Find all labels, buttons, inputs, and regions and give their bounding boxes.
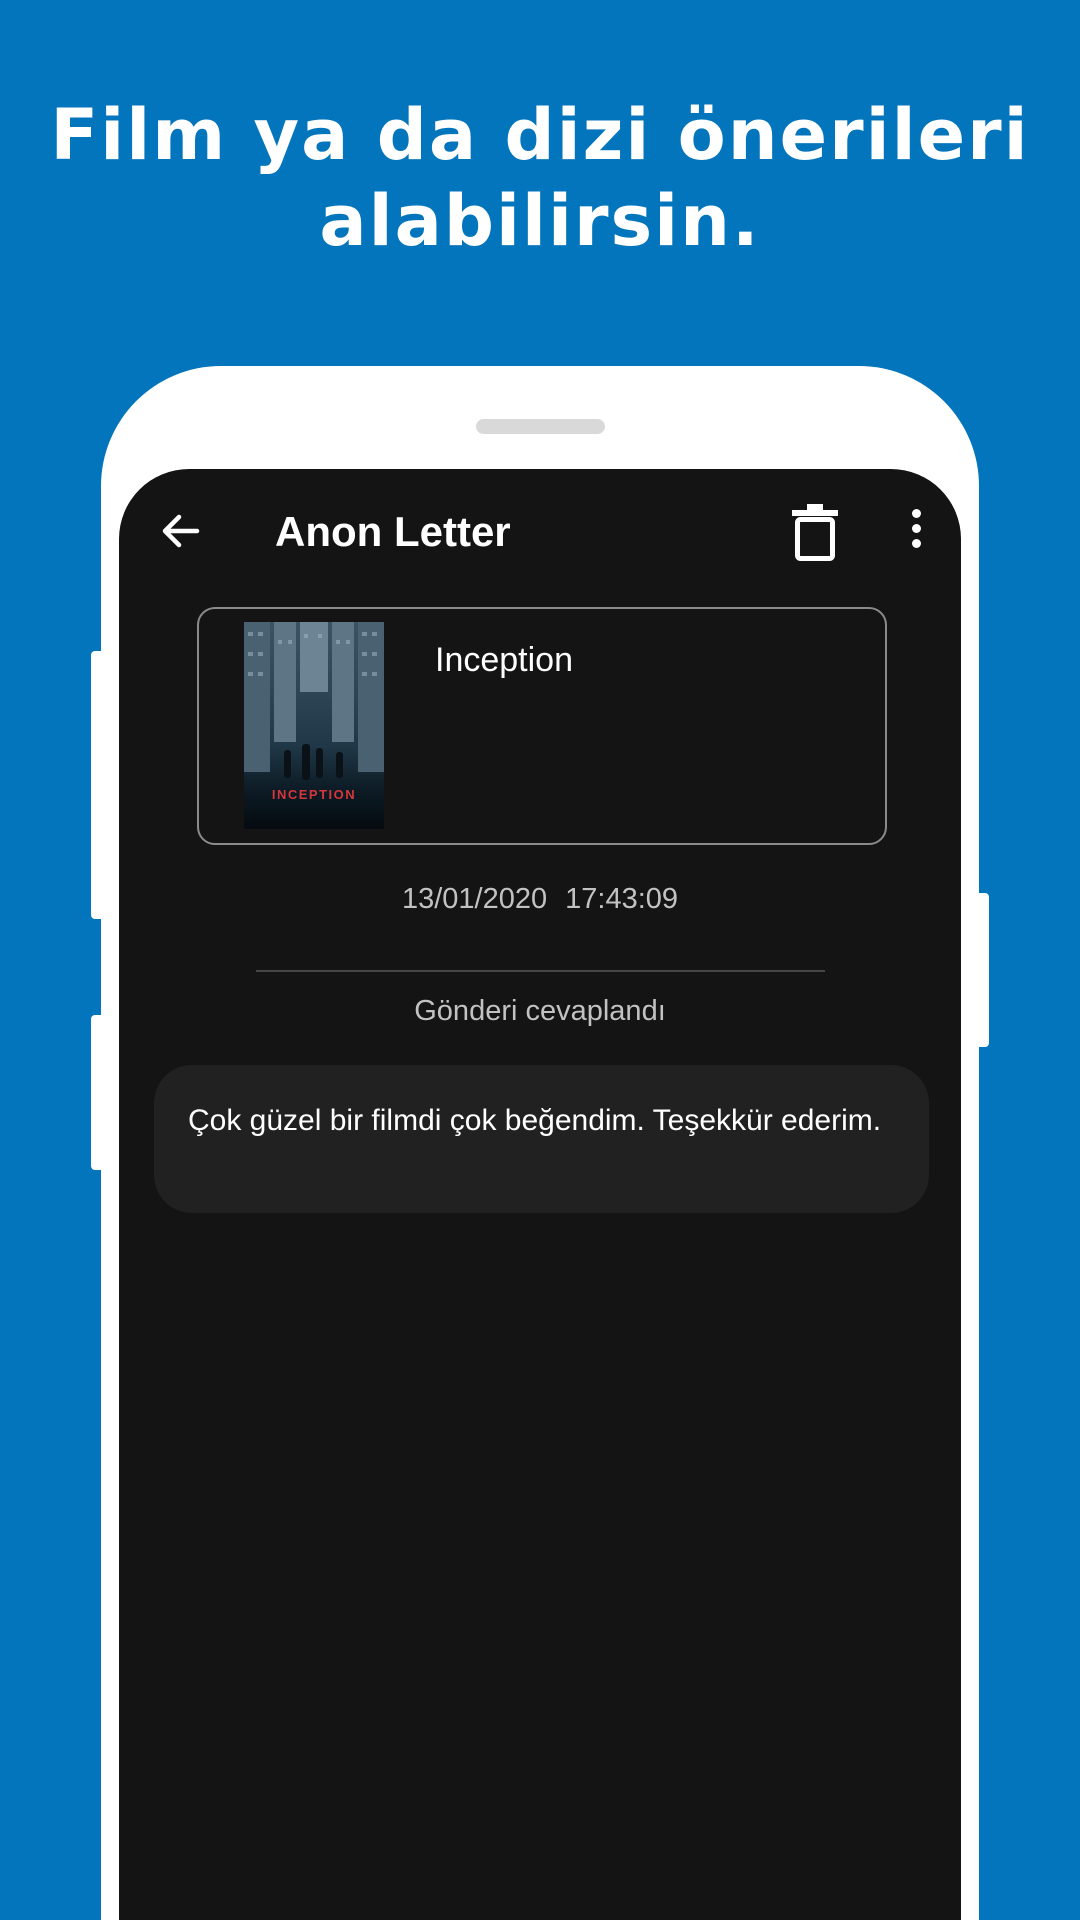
more-options-button[interactable] <box>905 509 927 555</box>
reply-status: Gönderi cevaplandı <box>414 995 666 1027</box>
trash-icon <box>792 504 838 561</box>
app-title: Anon Letter <box>275 508 511 555</box>
divider <box>256 970 825 972</box>
phone-volume-down-button <box>91 1015 105 1170</box>
arrow-left-icon <box>162 514 200 548</box>
headline-line-1: Film ya da dizi önerileri <box>50 94 1030 176</box>
promo-headline: Film ya da dizi önerileri alabilirsin. <box>0 92 1080 264</box>
movie-poster: INCEPTION <box>244 622 384 829</box>
poster-title: INCEPTION <box>271 787 357 802</box>
back-button[interactable] <box>157 507 205 555</box>
message-timestamp: 13/01/2020 17:43:09 <box>401 883 679 915</box>
phone-speaker <box>476 419 605 434</box>
phone-power-button <box>974 893 989 1047</box>
delete-button[interactable] <box>790 502 840 562</box>
headline-line-2: alabilirsin. <box>319 180 761 262</box>
movie-card[interactable]: INCEPTION Inception <box>197 607 887 845</box>
movie-title: Inception <box>435 641 573 679</box>
reply-bubble: Çok güzel bir filmdi çok beğendim. Teşek… <box>154 1065 929 1213</box>
promo-page: Film ya da dizi önerileri alabilirsin. A… <box>0 0 1080 1920</box>
app-screen: Anon Letter INCEPTION Inception 13/01/20… <box>119 469 961 1920</box>
app-bar: Anon Letter <box>119 469 961 594</box>
phone-volume-up-button <box>91 651 105 919</box>
more-vertical-icon <box>905 509 927 548</box>
reply-text: Çok güzel bir filmdi çok beğendim. Teşek… <box>188 1104 882 1137</box>
